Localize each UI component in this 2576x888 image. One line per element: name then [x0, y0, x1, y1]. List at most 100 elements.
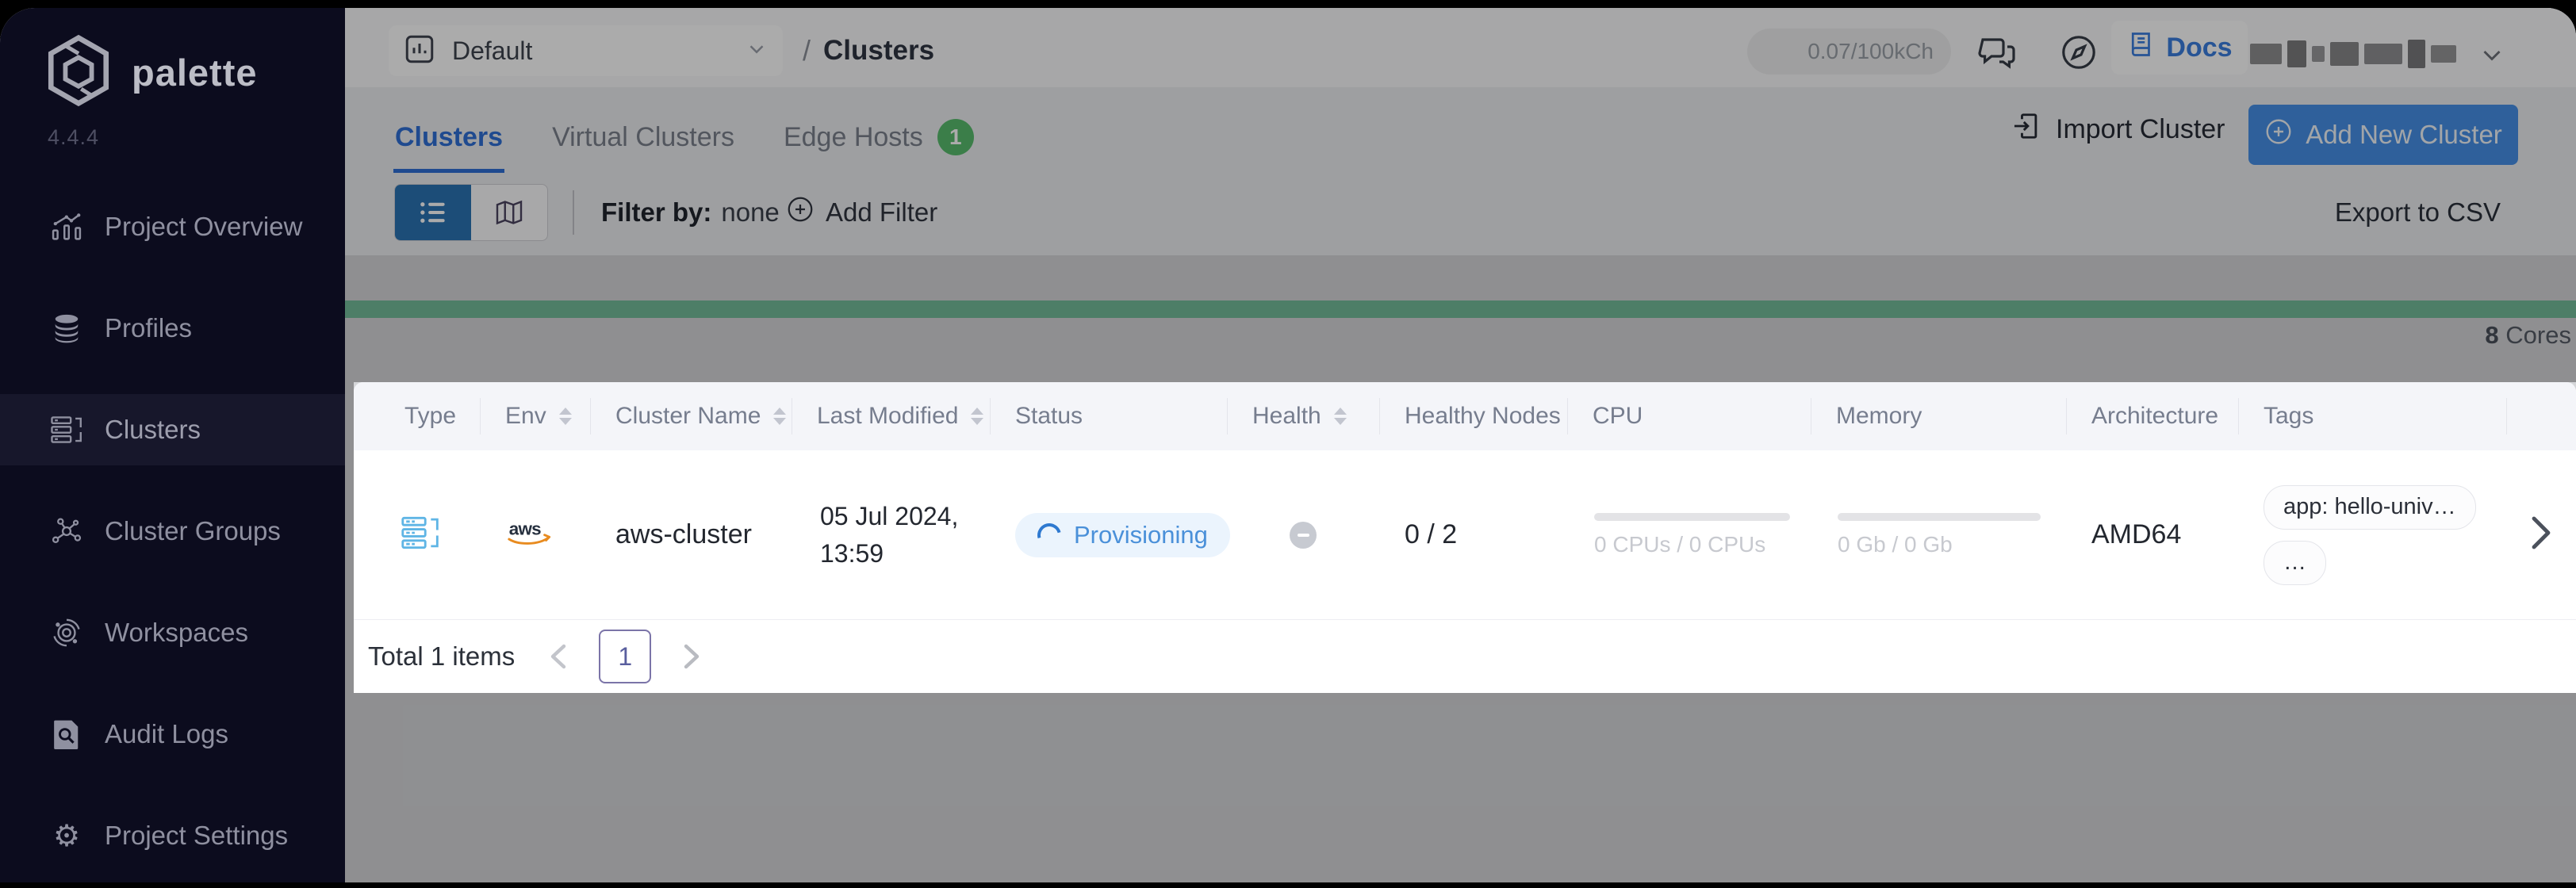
- settings-gear-icon: ⚙: [52, 818, 81, 853]
- audit-logs-icon: [51, 718, 82, 750]
- spinner-icon: [1033, 519, 1066, 551]
- column-header-memory: Memory: [1811, 382, 2066, 450]
- import-cluster-button[interactable]: Import Cluster: [2011, 111, 2225, 148]
- tab-edge-hosts[interactable]: Edge Hosts 1: [784, 101, 974, 173]
- docs-book-icon: [2126, 30, 2155, 66]
- memory-usage-label: 0 Gb / 0 Gb: [1838, 531, 1953, 557]
- pagination-next-button[interactable]: [681, 643, 702, 670]
- tab-label: Edge Hosts: [783, 121, 923, 152]
- column-header-cluster-name: Cluster Name: [590, 382, 792, 450]
- sidebar-item-profiles[interactable]: Profiles: [0, 293, 345, 364]
- sidebar-item-label: Project Settings: [105, 821, 289, 850]
- sidebar-item-workspaces[interactable]: Workspaces: [0, 597, 345, 668]
- column-header-tags: Tags: [2238, 382, 2506, 450]
- health-cell: [1227, 450, 1379, 619]
- export-to-csv-button[interactable]: Export to CSV: [2335, 184, 2501, 241]
- user-name-redacted[interactable]: [2250, 38, 2456, 70]
- sort-icon[interactable]: [558, 408, 572, 425]
- app-version: 4.4.4: [48, 125, 100, 149]
- column-header-status: Status: [990, 382, 1227, 450]
- sort-icon[interactable]: [971, 408, 984, 425]
- column-header-architecture: Architecture: [2066, 382, 2238, 450]
- pagination-prev-button[interactable]: [548, 643, 569, 670]
- cluster-groups-icon: [51, 515, 82, 547]
- analytics-icon: [51, 211, 82, 243]
- status-cell: Provisioning: [990, 450, 1230, 619]
- add-filter-button[interactable]: Add Filter: [786, 184, 937, 241]
- credits-usage-badge[interactable]: 0.07/100kCh: [1747, 29, 1951, 75]
- status-label: Provisioning: [1074, 520, 1208, 549]
- row-chevron-right-icon[interactable]: [2531, 515, 2551, 554]
- view-mode-toggle: [394, 184, 548, 241]
- last-modified-date: 05 Jul 2024,: [820, 502, 959, 531]
- user-menu-caret-icon[interactable]: [2477, 40, 2507, 74]
- breadcrumb-current: Clusters: [823, 35, 935, 66]
- credits-usage-value: 0.07/100kCh: [1807, 39, 1934, 63]
- docs-label: Docs: [2166, 32, 2233, 63]
- add-new-cluster-button[interactable]: Add New Cluster: [2248, 105, 2518, 165]
- cluster-type-cell: [354, 450, 480, 619]
- project-selector-value: Default: [452, 36, 533, 65]
- add-new-cluster-label: Add New Cluster: [2306, 120, 2502, 149]
- cluster-tabs: Clusters Virtual Clusters Edge Hosts 1: [393, 101, 974, 173]
- column-header-env: Env: [480, 382, 590, 450]
- add-filter-label: Add Filter: [826, 197, 938, 227]
- map-view-button[interactable]: [471, 185, 547, 240]
- list-icon: [420, 202, 445, 223]
- host-cluster-icon: [401, 515, 439, 554]
- sidebar-item-label: Project Overview: [105, 212, 303, 241]
- sidebar-item-project-settings[interactable]: ⚙ Project Settings: [0, 800, 345, 871]
- tab-virtual-clusters[interactable]: Virtual Clusters: [552, 101, 734, 173]
- sidebar-item-project-overview[interactable]: Project Overview: [0, 191, 345, 262]
- plus-circle-icon: [786, 195, 815, 230]
- plus-circle-icon: [2264, 117, 2293, 152]
- status-badge: Provisioning: [1015, 512, 1230, 557]
- cluster-row[interactable]: aws aws-cluster 05 Jul 2024, 13:59 Provi…: [354, 450, 2576, 619]
- feedback-chat-button[interactable]: [1975, 32, 2019, 73]
- architecture-cell: AMD64: [2066, 450, 2238, 619]
- cpu-usage-label: 0 CPUs / 0 CPUs: [1594, 531, 1766, 557]
- filter-by-value: none: [721, 197, 780, 227]
- aws-logo: aws: [505, 517, 556, 553]
- healthy-nodes-value: 0 / 2: [1405, 519, 1458, 549]
- map-icon: [496, 200, 523, 225]
- sidebar-item-clusters[interactable]: Clusters: [0, 394, 345, 465]
- sidebar-nav: Project Overview Profiles Clusters Clust…: [0, 191, 345, 882]
- main-area: Default / Clusters 0.07/100kCh Docs Clus…: [345, 8, 2576, 882]
- sidebar-item-cluster-groups[interactable]: Cluster Groups: [0, 496, 345, 567]
- more-tags-pill[interactable]: …: [2264, 540, 2326, 585]
- logo-text: palette: [132, 52, 258, 94]
- total-items-label: Total 1 items: [368, 641, 516, 671]
- tab-label: Virtual Clusters: [552, 121, 734, 152]
- tag-pill: app: hello-univ…: [2264, 484, 2476, 530]
- sidebar-item-label: Clusters: [105, 415, 201, 444]
- docs-button[interactable]: Docs: [2111, 21, 2248, 75]
- pagination-page-1[interactable]: 1: [599, 630, 652, 683]
- help-compass-button[interactable]: [2057, 32, 2101, 73]
- logo: palette: [44, 32, 258, 113]
- sidebar-item-label: Audit Logs: [105, 719, 228, 748]
- sidebar-item-label: Profiles: [105, 313, 193, 343]
- sort-icon[interactable]: [773, 408, 787, 425]
- import-cluster-label: Import Cluster: [2056, 114, 2225, 144]
- project-selector[interactable]: Default: [389, 25, 783, 76]
- last-modified-time: 13:59: [820, 538, 884, 568]
- healthy-nodes-cell: 0 / 2: [1379, 450, 1567, 619]
- filter-by: Filter by: none: [601, 184, 780, 241]
- row-actions-cell: [2506, 450, 2576, 619]
- clusters-table-card: Type Env Cluster Name Last Modified Stat…: [354, 382, 2576, 693]
- breadcrumb-separator: /: [803, 34, 811, 67]
- column-header-actions: [2506, 382, 2576, 450]
- list-view-button[interactable]: [395, 185, 471, 240]
- health-unknown-icon: [1290, 521, 1317, 549]
- column-header-last-modified: Last Modified: [792, 382, 990, 450]
- tab-clusters[interactable]: Clusters: [393, 101, 505, 173]
- sidebar-item-audit-logs[interactable]: Audit Logs: [0, 699, 345, 770]
- cluster-name-cell: aws-cluster: [590, 450, 792, 619]
- profiles-icon: [51, 312, 82, 344]
- sort-icon[interactable]: [1333, 408, 1347, 425]
- filter-divider: [573, 190, 574, 235]
- sidebar: palette 4.4.4 Project Overview Profiles …: [0, 8, 345, 882]
- column-header-healthy-nodes: Healthy Nodes: [1379, 382, 1567, 450]
- import-icon: [2011, 111, 2041, 148]
